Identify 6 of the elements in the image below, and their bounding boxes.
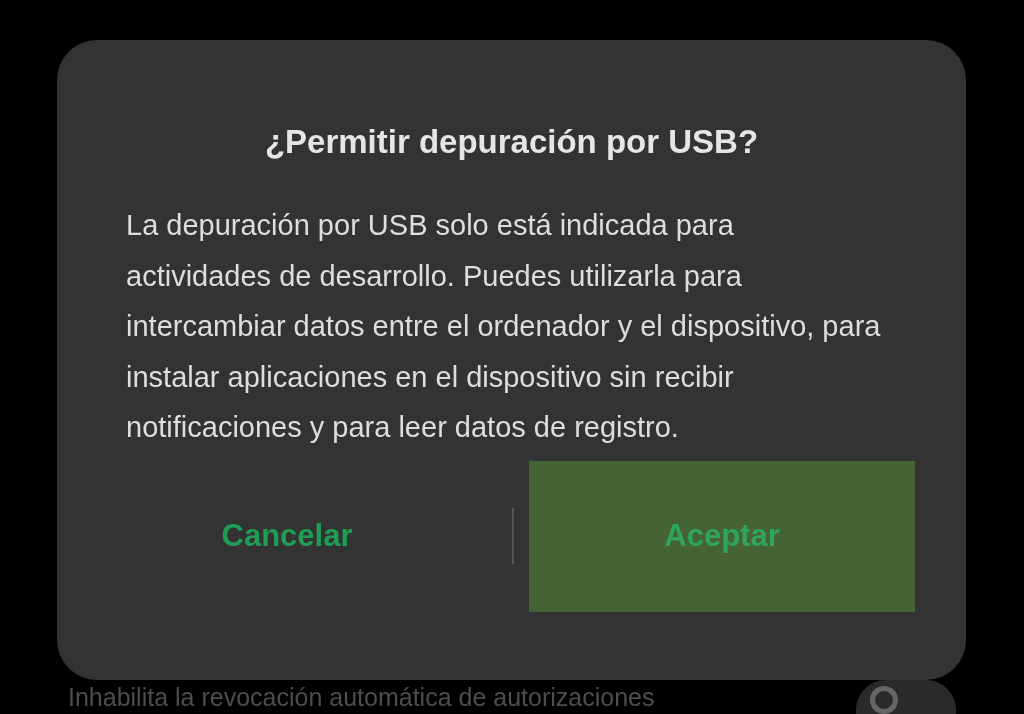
setting-label: Inhabilita la revocación automática de autorizaciones xyxy=(68,682,655,713)
dialog-title: ¿Permitir depuración por USB? xyxy=(264,122,759,162)
dialog-button[interactable]: Cancelar xyxy=(77,460,497,612)
toggle-switch[interactable] xyxy=(856,680,956,714)
dialog-button[interactable]: Aceptar xyxy=(529,460,915,612)
dialog-message: La depuración por USB solo está indicada para actividades de desarrollo. Puedes utilizarla para intercambiar datos entre el ordenador y el dispositivo, para instalar aplicaciones en el dispositivo sin recibir notificaciones y para leer datos de registro. xyxy=(126,208,882,445)
